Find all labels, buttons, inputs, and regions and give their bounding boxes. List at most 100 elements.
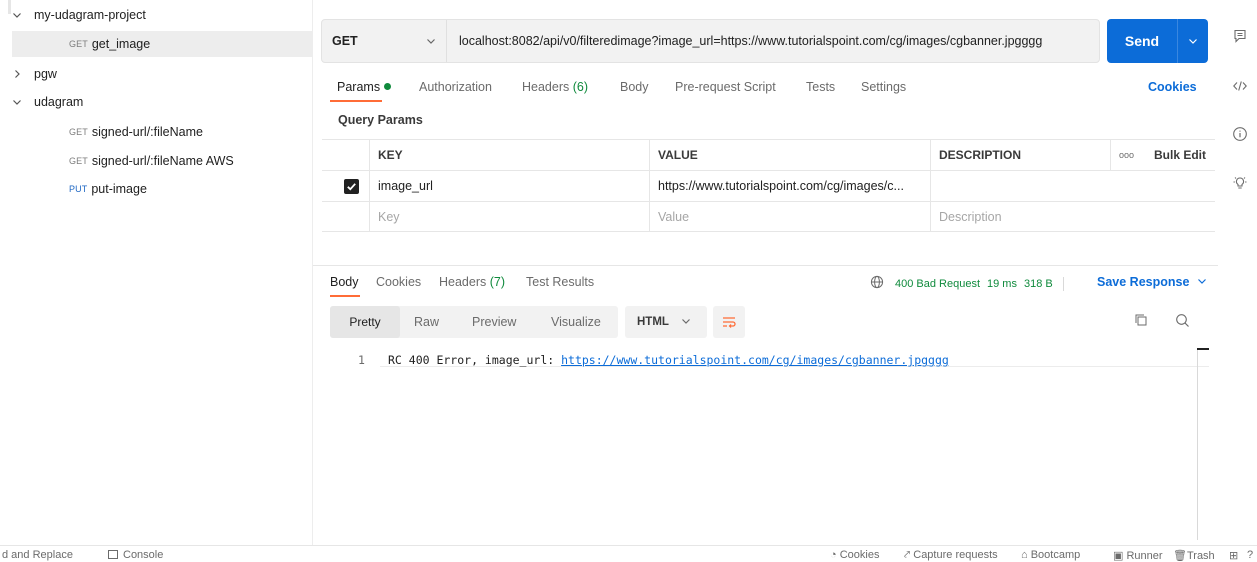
line-number: 1 <box>358 353 365 367</box>
response-tab-test-results[interactable]: Test Results <box>526 275 594 289</box>
code-snippet-icon[interactable] <box>1232 78 1250 96</box>
help-icon[interactable]: ? <box>1247 549 1253 561</box>
status-bar: d and Replace Console ◔ Cookies ⤤ Captur… <box>0 545 1257 562</box>
copy-icon[interactable] <box>1134 313 1148 330</box>
chevron-down-icon <box>12 97 26 107</box>
layout-icon[interactable]: ⊞ <box>1229 549 1238 562</box>
method-select[interactable]: GET <box>322 20 447 62</box>
sidebar-item-label: signed-url/:fileName <box>91 125 203 139</box>
column-header-value: VALUE <box>649 140 930 170</box>
tab-authorization[interactable]: Authorization <box>419 80 492 94</box>
cookies-status-label: Cookies <box>839 549 880 561</box>
tab-pre-request-script[interactable]: Pre-request Script <box>675 80 776 94</box>
sidebar-edge <box>8 0 11 14</box>
globe-icon[interactable] <box>870 275 884 292</box>
language-select[interactable]: HTML <box>625 306 707 338</box>
code-scrollbar-thumb[interactable] <box>1197 348 1209 350</box>
method-badge: GET <box>69 127 88 137</box>
more-options-icon[interactable]: ooo <box>1110 140 1146 170</box>
chevron-down-icon[interactable] <box>1178 36 1208 46</box>
capture-icon: ⤤ <box>904 549 914 561</box>
runner-button[interactable]: ▣ Runner <box>1113 549 1163 562</box>
find-replace-button[interactable]: d and Replace <box>2 549 73 561</box>
active-response-tab-indicator <box>330 295 360 297</box>
console-button[interactable]: Console <box>108 549 163 561</box>
new-description-input[interactable]: Description <box>930 202 1215 231</box>
request-url-bar: GET localhost:8082/api/v0/filteredimage?… <box>321 19 1100 63</box>
response-tab-cookies[interactable]: Cookies <box>376 275 421 289</box>
cookies-status-button[interactable]: ◔ Cookies <box>830 549 879 561</box>
chevron-right-icon <box>12 69 26 79</box>
bootcamp-button[interactable]: ⌂ Bootcamp <box>1021 549 1080 561</box>
code-scrollbar[interactable] <box>1197 348 1209 540</box>
method-select-value: GET <box>332 34 358 48</box>
sidebar-folder-pgw[interactable]: pgw <box>12 61 312 87</box>
format-pretty[interactable]: Pretty <box>330 306 400 338</box>
response-format-tabs: Pretty Raw Preview Visualize <box>330 306 618 338</box>
sidebar-request-get-image[interactable]: GET get_image <box>12 31 312 57</box>
tab-params-label: Params <box>337 80 381 94</box>
sidebar-item-label: udagram <box>34 95 84 109</box>
row-check-cell <box>322 202 369 231</box>
cookie-icon: ◔ <box>830 549 840 561</box>
documentation-icon[interactable] <box>1232 28 1250 46</box>
tab-params[interactable]: Params <box>337 80 392 94</box>
save-response-label: Save Response <box>1097 275 1190 289</box>
column-header-description: DESCRIPTION <box>930 140 1110 170</box>
tab-settings[interactable]: Settings <box>861 80 906 94</box>
response-status-area: 400 Bad Request 19 ms 318 B <box>870 275 1064 292</box>
chevron-down-icon <box>426 35 436 49</box>
response-body-code[interactable]: RC 400 Error, image_url: https://www.tut… <box>388 353 949 367</box>
method-badge: PUT <box>69 184 88 194</box>
response-size[interactable]: 318 B <box>1024 278 1053 290</box>
format-preview[interactable]: Preview <box>472 315 516 329</box>
trash-button[interactable]: 🗑Trash <box>1173 549 1215 562</box>
runner-label: Runner <box>1126 550 1163 562</box>
sidebar-request-signed-url-aws[interactable]: GET signed-url/:fileName AWS <box>12 148 312 174</box>
lightbulb-icon[interactable] <box>1232 175 1250 193</box>
collections-sidebar: my-udagram-project GET get_image pgw uda… <box>0 0 313 545</box>
param-key-field[interactable]: image_url <box>369 171 649 201</box>
response-tab-headers-label: Headers <box>439 275 487 289</box>
response-headers-count: (7) <box>489 275 506 289</box>
send-button-label: Send <box>1124 33 1160 49</box>
info-icon[interactable] <box>1232 126 1250 144</box>
search-icon[interactable] <box>1175 313 1190 331</box>
sidebar-request-signed-url[interactable]: GET signed-url/:fileName <box>12 119 312 145</box>
new-value-input[interactable]: Value <box>649 202 930 231</box>
send-button[interactable]: Send <box>1107 19 1208 63</box>
runner-icon: ▣ <box>1113 550 1127 562</box>
sidebar-folder-udagram[interactable]: udagram <box>12 89 312 115</box>
headers-count: (6) <box>572 80 589 94</box>
response-tab-body[interactable]: Body <box>330 275 359 289</box>
chevron-down-icon <box>1197 275 1207 289</box>
format-raw[interactable]: Raw <box>414 315 439 329</box>
sidebar-item-label: pgw <box>34 67 57 81</box>
param-value-field[interactable]: https://www.tutorialspoint.com/cg/images… <box>649 171 930 201</box>
response-time[interactable]: 19 ms <box>987 278 1017 290</box>
sidebar-item-label: signed-url/:fileName AWS <box>91 154 234 168</box>
tab-headers[interactable]: Headers (6) <box>522 80 588 94</box>
cookies-link[interactable]: Cookies <box>1148 80 1197 94</box>
format-visualize[interactable]: Visualize <box>551 315 601 329</box>
capture-requests-button[interactable]: ⤤ Capture requests <box>904 549 998 562</box>
response-tab-headers[interactable]: Headers (7) <box>439 275 505 289</box>
word-wrap-icon[interactable] <box>713 306 745 338</box>
code-link[interactable]: https://www.tutorialspoint.com/cg/images… <box>561 353 949 367</box>
response-status[interactable]: 400 Bad Request <box>895 278 980 290</box>
table-row: image_url https://www.tutorialspoint.com… <box>322 170 1215 201</box>
param-enabled-checkbox[interactable] <box>344 179 359 194</box>
chevron-down-icon <box>681 316 691 329</box>
trash-icon: 🗑 <box>1173 550 1187 562</box>
chevron-down-icon <box>12 10 26 20</box>
sidebar-folder-my-udagram-project[interactable]: my-udagram-project <box>12 2 312 28</box>
param-description-field[interactable] <box>930 171 1215 201</box>
method-badge: GET <box>69 156 88 166</box>
bulk-edit-button[interactable]: Bulk Edit <box>1146 140 1215 170</box>
tab-tests[interactable]: Tests <box>806 80 835 94</box>
sidebar-request-put-image[interactable]: PUT put-image <box>12 176 312 202</box>
tab-body[interactable]: Body <box>620 80 649 94</box>
url-input[interactable]: localhost:8082/api/v0/filteredimage?imag… <box>447 34 1099 48</box>
new-key-input[interactable]: Key <box>369 202 649 231</box>
save-response-button[interactable]: Save Response <box>1097 275 1207 289</box>
